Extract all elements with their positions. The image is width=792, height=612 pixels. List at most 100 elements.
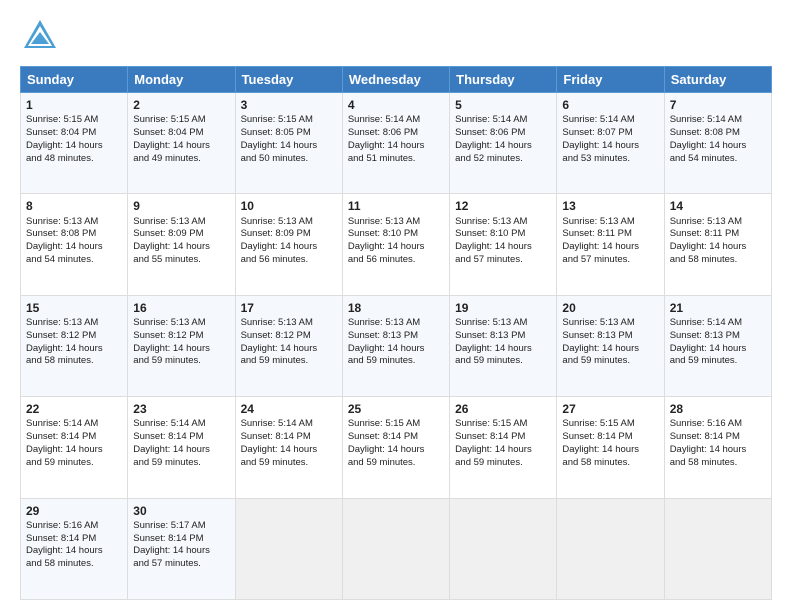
day-info-line: Sunrise: 5:13 AM: [562, 216, 658, 229]
day-number: 30: [133, 503, 229, 519]
day-info-line: Sunset: 8:14 PM: [455, 431, 551, 444]
day-info-line: Sunset: 8:14 PM: [133, 431, 229, 444]
day-info-line: and 48 minutes.: [26, 153, 122, 166]
day-info-line: Daylight: 14 hours: [562, 241, 658, 254]
day-info-line: Sunrise: 5:13 AM: [348, 216, 444, 229]
day-number: 7: [670, 97, 766, 113]
day-info-line: Sunset: 8:14 PM: [562, 431, 658, 444]
calendar-cell: 25Sunrise: 5:15 AMSunset: 8:14 PMDayligh…: [342, 397, 449, 498]
calendar-cell: 26Sunrise: 5:15 AMSunset: 8:14 PMDayligh…: [450, 397, 557, 498]
calendar-cell: 28Sunrise: 5:16 AMSunset: 8:14 PMDayligh…: [664, 397, 771, 498]
day-info-line: Daylight: 14 hours: [133, 343, 229, 356]
day-info-line: Daylight: 14 hours: [348, 241, 444, 254]
day-info-line: Daylight: 14 hours: [670, 241, 766, 254]
day-info-line: Sunset: 8:04 PM: [26, 127, 122, 140]
day-info-line: Sunrise: 5:14 AM: [670, 317, 766, 330]
day-number: 4: [348, 97, 444, 113]
day-number: 17: [241, 300, 337, 316]
day-info-line: Daylight: 14 hours: [670, 444, 766, 457]
day-info-line: Daylight: 14 hours: [348, 140, 444, 153]
day-info-line: Sunset: 8:13 PM: [670, 330, 766, 343]
day-info-line: Sunset: 8:07 PM: [562, 127, 658, 140]
day-info-line: and 58 minutes.: [562, 457, 658, 470]
col-thursday: Thursday: [450, 67, 557, 93]
day-info-line: Sunrise: 5:15 AM: [562, 418, 658, 431]
day-info-line: and 57 minutes.: [562, 254, 658, 267]
calendar-cell: 23Sunrise: 5:14 AMSunset: 8:14 PMDayligh…: [128, 397, 235, 498]
day-info-line: and 59 minutes.: [348, 355, 444, 368]
day-info-line: Sunset: 8:14 PM: [241, 431, 337, 444]
calendar-cell: 11 Sunrise: 5:13 AMSunset: 8:10 PMDayligh…: [342, 194, 449, 295]
day-info-line: Sunset: 8:10 PM: [348, 228, 444, 241]
day-info-line: Daylight: 14 hours: [26, 444, 122, 457]
calendar-cell: [664, 498, 771, 599]
calendar-cell: 7Sunrise: 5:14 AMSunset: 8:08 PMDaylight…: [664, 93, 771, 194]
day-info-line: and 56 minutes.: [348, 254, 444, 267]
calendar-cell: [450, 498, 557, 599]
day-info-line: Sunset: 8:12 PM: [26, 330, 122, 343]
day-info-line: and 59 minutes.: [241, 457, 337, 470]
day-info-line: Sunset: 8:12 PM: [133, 330, 229, 343]
calendar-cell: 2Sunrise: 5:15 AMSunset: 8:04 PMDaylight…: [128, 93, 235, 194]
calendar-cell: [557, 498, 664, 599]
day-number: 14: [670, 198, 766, 214]
day-info-line: and 59 minutes.: [241, 355, 337, 368]
day-info-line: and 57 minutes.: [133, 558, 229, 571]
day-info-line: Sunrise: 5:13 AM: [348, 317, 444, 330]
day-number: 13: [562, 198, 658, 214]
day-info-line: Sunrise: 5:14 AM: [562, 114, 658, 127]
day-info-line: Sunrise: 5:14 AM: [133, 418, 229, 431]
day-info-line: and 58 minutes.: [670, 457, 766, 470]
day-info-line: and 58 minutes.: [26, 355, 122, 368]
day-info-line: Sunset: 8:06 PM: [455, 127, 551, 140]
calendar-header-row: Sunday Monday Tuesday Wednesday Thursday…: [21, 67, 772, 93]
day-number: 18: [348, 300, 444, 316]
day-info-line: Sunset: 8:04 PM: [133, 127, 229, 140]
day-info-line: Sunset: 8:08 PM: [26, 228, 122, 241]
calendar-week-3: 15Sunrise: 5:13 AMSunset: 8:12 PMDayligh…: [21, 295, 772, 396]
day-number: 27: [562, 401, 658, 417]
day-info-line: Daylight: 14 hours: [26, 140, 122, 153]
day-info-line: and 59 minutes.: [455, 457, 551, 470]
day-info-line: Sunset: 8:09 PM: [241, 228, 337, 241]
day-info-line: Sunrise: 5:13 AM: [670, 216, 766, 229]
day-info-line: Sunrise: 5:13 AM: [26, 317, 122, 330]
day-info-line: Sunrise: 5:14 AM: [670, 114, 766, 127]
day-info-line: Sunrise: 5:14 AM: [241, 418, 337, 431]
calendar-cell: 16Sunrise: 5:13 AMSunset: 8:12 PMDayligh…: [128, 295, 235, 396]
page: Sunday Monday Tuesday Wednesday Thursday…: [0, 0, 792, 612]
day-number: 11: [348, 198, 444, 214]
day-info-line: and 50 minutes.: [241, 153, 337, 166]
day-info-line: and 59 minutes.: [455, 355, 551, 368]
day-info-line: Daylight: 14 hours: [26, 343, 122, 356]
day-number: 9: [133, 198, 229, 214]
calendar-cell: 3Sunrise: 5:15 AMSunset: 8:05 PMDaylight…: [235, 93, 342, 194]
day-info-line: and 59 minutes.: [133, 457, 229, 470]
day-info-line: Daylight: 14 hours: [133, 241, 229, 254]
logo-icon: [20, 16, 60, 56]
day-info-line: Sunrise: 5:15 AM: [348, 418, 444, 431]
calendar-cell: 29Sunrise: 5:16 AMSunset: 8:14 PMDayligh…: [21, 498, 128, 599]
day-info-line: Daylight: 14 hours: [562, 343, 658, 356]
calendar-cell: 12Sunrise: 5:13 AMSunset: 8:10 PMDayligh…: [450, 194, 557, 295]
day-info-line: Sunset: 8:05 PM: [241, 127, 337, 140]
day-info-line: Sunrise: 5:13 AM: [562, 317, 658, 330]
col-tuesday: Tuesday: [235, 67, 342, 93]
day-info-line: Daylight: 14 hours: [348, 444, 444, 457]
day-number: 21: [670, 300, 766, 316]
calendar-week-1: 1Sunrise: 5:15 AMSunset: 8:04 PMDaylight…: [21, 93, 772, 194]
day-info-line: Daylight: 14 hours: [26, 545, 122, 558]
day-number: 2: [133, 97, 229, 113]
day-info-line: Sunrise: 5:14 AM: [455, 114, 551, 127]
day-info-line: Sunrise: 5:13 AM: [241, 317, 337, 330]
day-info-line: Sunrise: 5:13 AM: [133, 317, 229, 330]
day-info-line: Sunrise: 5:15 AM: [133, 114, 229, 127]
day-info-line: and 59 minutes.: [26, 457, 122, 470]
day-info-line: Sunrise: 5:14 AM: [26, 418, 122, 431]
day-number: 26: [455, 401, 551, 417]
day-info-line: Daylight: 14 hours: [670, 343, 766, 356]
day-info-line: and 49 minutes.: [133, 153, 229, 166]
day-info-line: and 53 minutes.: [562, 153, 658, 166]
col-friday: Friday: [557, 67, 664, 93]
calendar-cell: 21Sunrise: 5:14 AMSunset: 8:13 PMDayligh…: [664, 295, 771, 396]
